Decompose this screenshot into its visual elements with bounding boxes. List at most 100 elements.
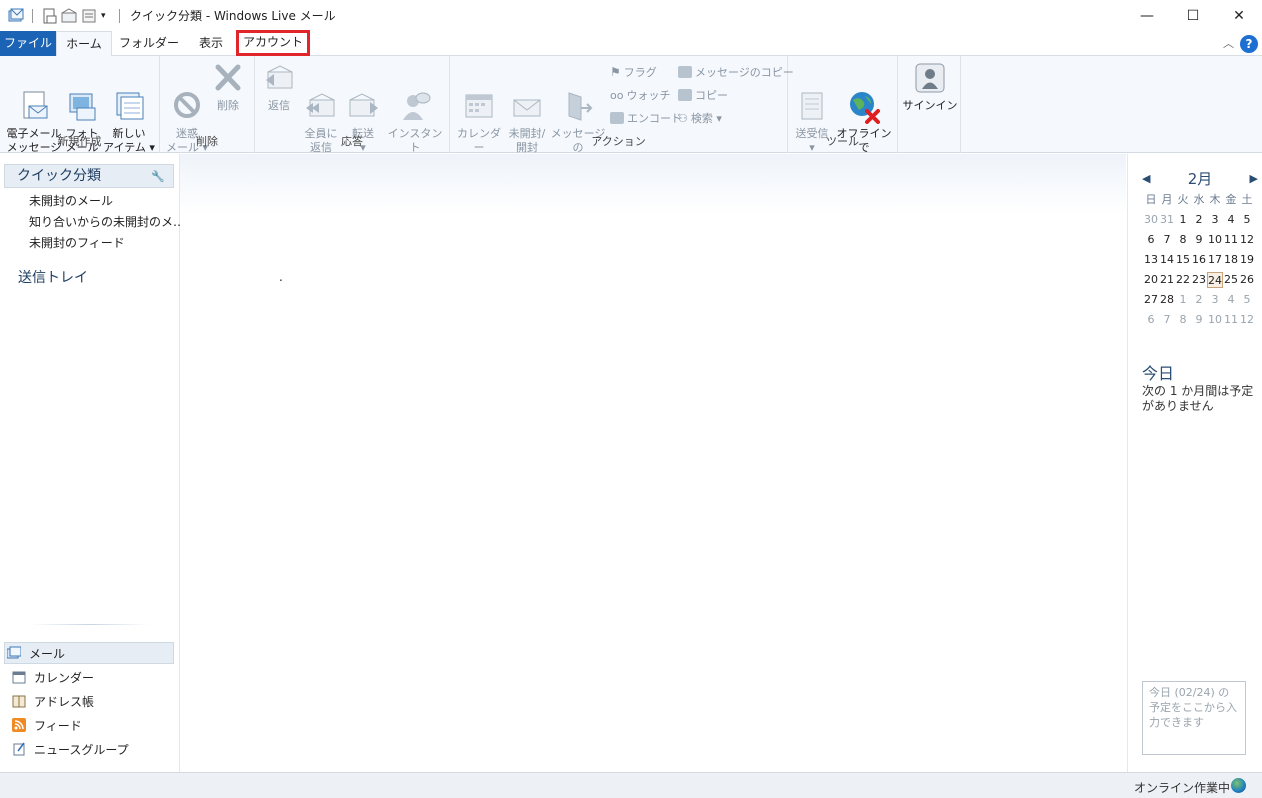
encode-button[interactable]: エンコード — [610, 110, 682, 126]
prev-month-icon[interactable]: ◀ — [1142, 172, 1150, 185]
quick-view-unread-mail[interactable]: 未開封のメール — [29, 192, 113, 209]
calendar-day[interactable]: 6 — [1143, 312, 1159, 328]
calendar-day[interactable]: 8 — [1175, 232, 1191, 248]
new-item-icon — [112, 76, 146, 120]
calendar-day[interactable]: 12 — [1239, 312, 1255, 328]
mail-icon — [6, 646, 22, 660]
tab-home[interactable]: ホーム — [56, 31, 112, 57]
ribbon-tab-bar: ファイル ホーム フォルダー 表示 アカウント — [0, 30, 1262, 57]
customize-qat-icon[interactable]: ▾ — [101, 8, 111, 24]
nav-calendar[interactable]: カレンダー — [10, 666, 174, 688]
new-message-icon[interactable] — [41, 8, 57, 24]
calendar-day[interactable]: 2 — [1191, 212, 1207, 228]
calendar-day[interactable]: 4 — [1223, 212, 1239, 228]
rss-feed-icon — [12, 718, 26, 732]
calendar-day[interactable]: 26 — [1239, 272, 1255, 288]
calendar-day[interactable]: 7 — [1159, 232, 1175, 248]
calendar-day[interactable]: 28 — [1159, 292, 1175, 308]
calendar-day[interactable]: 16 — [1191, 252, 1207, 268]
calendar-day[interactable]: 7 — [1159, 312, 1175, 328]
send-receive-quick-icon[interactable] — [81, 8, 97, 24]
copy-message-button[interactable]: メッセージのコピー — [678, 64, 794, 80]
ribbon-group-delete: 迷惑 メール ▾ 削除 削除 — [160, 56, 255, 154]
calendar-day[interactable]: 27 — [1143, 292, 1159, 308]
nav-newsgroups[interactable]: ニュースグループ — [10, 738, 174, 760]
close-button[interactable]: ✕ — [1216, 0, 1262, 31]
calendar-day[interactable]: 20 — [1143, 272, 1159, 288]
calendar-day[interactable]: 5 — [1239, 292, 1255, 308]
tab-file[interactable]: ファイル — [0, 31, 56, 56]
calendar-day[interactable]: 30 — [1143, 212, 1159, 228]
calendar-day[interactable]: 9 — [1191, 312, 1207, 328]
send-receive-icon — [795, 76, 829, 120]
quick-event-input[interactable]: 今日 (02/24) の予定をここから入力できます — [1142, 681, 1246, 755]
weekday-header: 日 — [1145, 193, 1157, 206]
calendar-day[interactable]: 15 — [1175, 252, 1191, 268]
online-globe-icon — [1231, 778, 1246, 793]
reply-button[interactable]: 返信 — [259, 62, 299, 113]
calendar-day[interactable]: 11 — [1223, 232, 1239, 248]
junk-icon — [170, 76, 204, 118]
calendar-day[interactable]: 22 — [1175, 272, 1191, 288]
calendar-day[interactable]: 1 — [1175, 292, 1191, 308]
quick-views-header[interactable]: クイック分類 🔧 — [4, 164, 174, 188]
find-button[interactable]: ⚇ 検索 ▾ — [678, 110, 722, 126]
unread-envelope-icon — [510, 76, 544, 117]
reply-quick-icon[interactable] — [61, 7, 77, 24]
calendar-day[interactable]: 11 — [1223, 312, 1239, 328]
calendar-day[interactable]: 12 — [1239, 232, 1255, 248]
calendar-header: ◀ 2月 ▶ — [1142, 168, 1258, 188]
calendar-day[interactable]: 9 — [1191, 232, 1207, 248]
calendar-day[interactable]: 1 — [1175, 212, 1191, 228]
quick-view-unread-from-contacts[interactable]: 知り合いからの未開封のメ… — [29, 213, 185, 230]
calendar-day[interactable]: 2 — [1191, 292, 1207, 308]
calendar-day[interactable]: 10 — [1207, 312, 1223, 328]
calendar-day[interactable]: 3 — [1207, 292, 1223, 308]
calendar-day[interactable]: 14 — [1159, 252, 1175, 268]
copy-icon — [678, 89, 692, 101]
delete-button[interactable]: 削除 — [208, 62, 248, 113]
calendar-day[interactable]: 4 — [1223, 292, 1239, 308]
move-message-button[interactable]: メッセージの 移動 — [550, 62, 606, 169]
calendar-pane: ◀ 2月 ▶ 日月火水木金土 30 31 1 2 3 4 5 6 7 8 9 10 11 12 13 14 15 1… — [1127, 154, 1262, 772]
nav-feeds[interactable]: フィード — [10, 714, 174, 736]
nav-address-book[interactable]: アドレス帳 — [10, 690, 174, 712]
calendar-day[interactable]: 24 — [1207, 272, 1223, 288]
sign-in-button[interactable]: サインイン — [902, 62, 958, 113]
watch-button[interactable]: oo ウォッチ — [610, 87, 670, 103]
calendar-day[interactable]: 17 — [1207, 252, 1223, 268]
work-offline-button[interactable]: オフラインで 作業 — [832, 62, 896, 169]
calendar-add-icon — [462, 76, 496, 118]
calendar-day[interactable]: 25 — [1223, 272, 1239, 288]
maximize-button[interactable]: ☐ — [1170, 0, 1216, 31]
collapse-ribbon-icon[interactable]: ︿ — [1223, 35, 1234, 51]
calendar-day[interactable]: 3 — [1207, 212, 1223, 228]
tab-view[interactable]: 表示 — [188, 31, 234, 56]
calendar-day[interactable]: 6 — [1143, 232, 1159, 248]
calendar-day[interactable]: 10 — [1207, 232, 1223, 248]
calendar-day[interactable]: 31 — [1159, 212, 1175, 228]
copy-button[interactable]: コピー — [678, 87, 728, 103]
ribbon-group-new: 電子メール メッセージ フォト メール 新しい アイテム ▾ 新規作成 — [0, 56, 160, 154]
wrench-icon[interactable]: 🔧 — [151, 166, 165, 188]
calendar-day[interactable]: 23 — [1191, 272, 1207, 288]
calendar-day[interactable]: 21 — [1159, 272, 1175, 288]
tab-account[interactable]: アカウント — [236, 30, 310, 56]
window-title: クイック分類 - Windows Live メール — [130, 9, 336, 23]
instant-message-button[interactable]: インスタント メッセージ — [383, 62, 447, 169]
calendar-day[interactable]: 18 — [1223, 252, 1239, 268]
next-month-icon[interactable]: ▶ — [1250, 172, 1258, 185]
calendar-day[interactable]: 8 — [1175, 312, 1191, 328]
help-icon[interactable]: ? — [1240, 35, 1258, 53]
add-to-calendar-button[interactable]: カレンダー に追加 — [454, 62, 504, 169]
nav-mail[interactable]: メール — [4, 642, 174, 664]
calendar-day[interactable]: 5 — [1239, 212, 1255, 228]
status-text: オンライン作業中 — [1133, 781, 1230, 795]
flag-button[interactable]: ⚑ フラグ — [610, 64, 657, 80]
outbox-folder[interactable]: 送信トレイ — [18, 267, 88, 287]
tab-folder[interactable]: フォルダー — [114, 31, 184, 56]
calendar-day[interactable]: 19 — [1239, 252, 1255, 268]
calendar-day[interactable]: 13 — [1143, 252, 1159, 268]
quick-view-unread-feeds[interactable]: 未開封のフィード — [29, 234, 125, 251]
minimize-button[interactable]: — — [1124, 0, 1170, 31]
